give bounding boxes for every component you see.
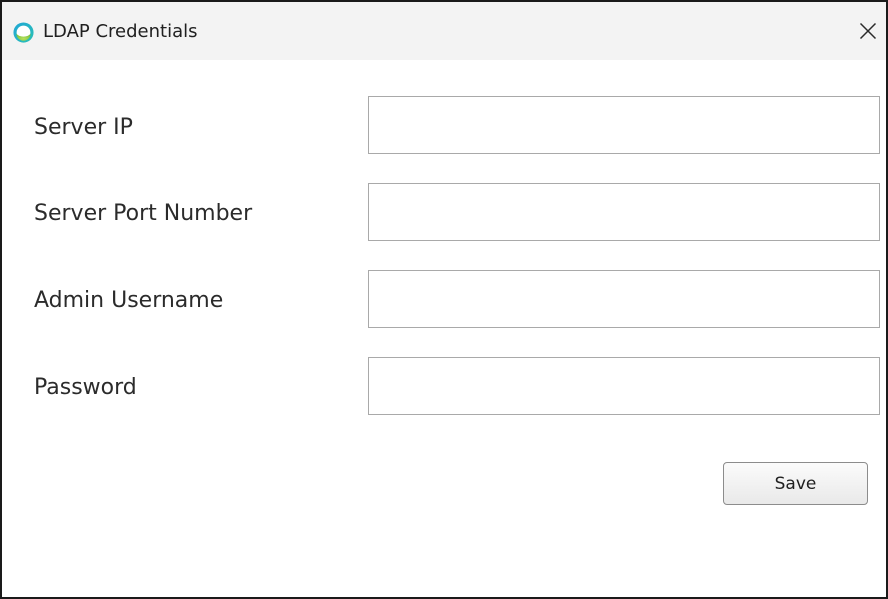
window-title: LDAP Credentials <box>43 21 198 42</box>
ldap-credentials-dialog: LDAP Credentials Server IP Server Port N… <box>0 0 888 599</box>
save-button[interactable]: Save <box>723 462 868 505</box>
title-bar: LDAP Credentials <box>2 2 886 60</box>
admin-username-input[interactable] <box>368 270 880 328</box>
server-ip-input[interactable] <box>368 96 880 154</box>
password-input[interactable] <box>368 357 880 415</box>
close-icon <box>859 22 877 40</box>
server-ip-label: Server IP <box>34 115 133 140</box>
server-port-number-input[interactable] <box>368 183 880 241</box>
password-label: Password <box>34 375 137 400</box>
server-port-number-label: Server Port Number <box>34 201 253 226</box>
app-logo-icon <box>13 22 34 43</box>
admin-username-label: Admin Username <box>34 288 224 313</box>
close-button[interactable] <box>850 14 886 48</box>
